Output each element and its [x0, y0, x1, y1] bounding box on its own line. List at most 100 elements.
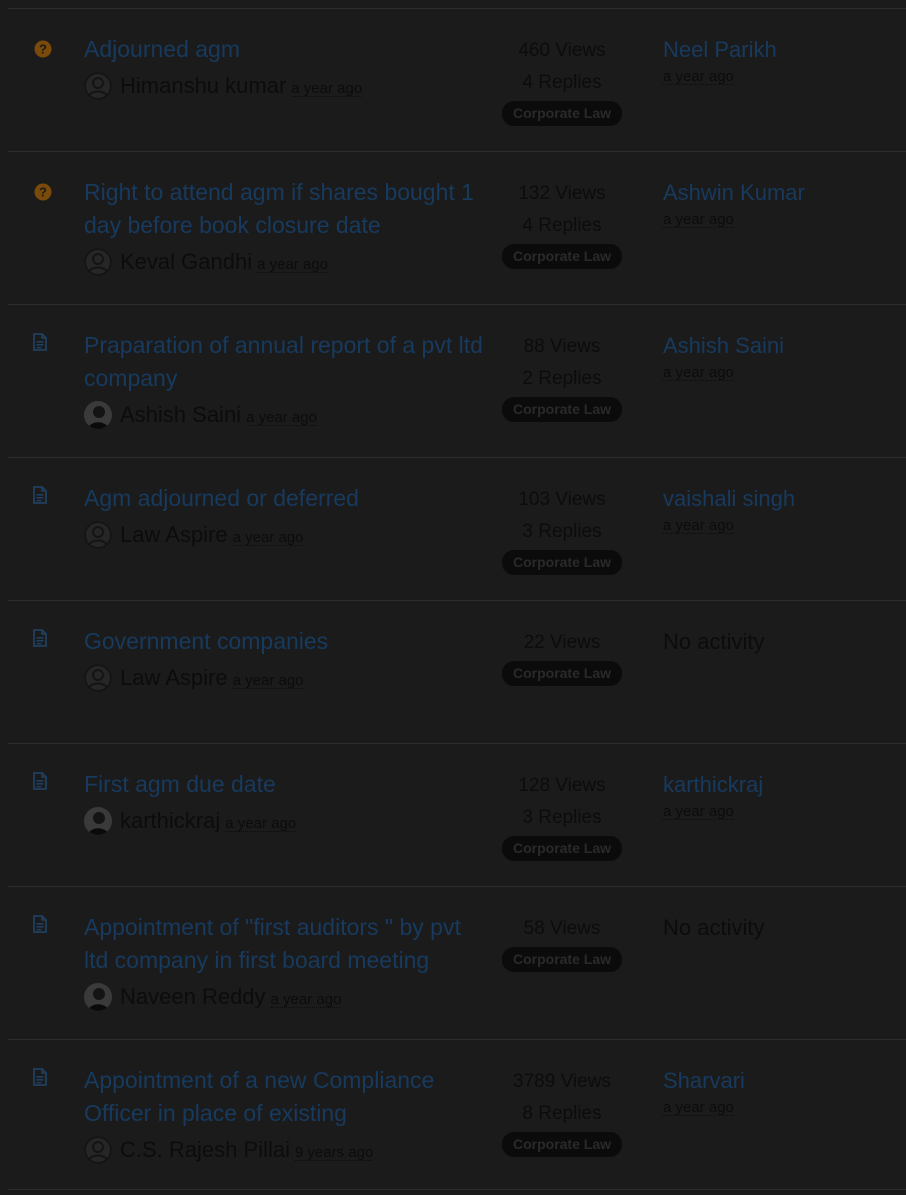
document-icon	[32, 1068, 50, 1086]
document-icon	[32, 333, 50, 351]
replies-count: 3 Replies	[522, 521, 602, 542]
author-name[interactable]: Law Aspire	[120, 665, 228, 691]
topic-row: Appointment of "first auditors " by pvt …	[8, 887, 906, 1040]
author-name[interactable]: C.S. Rajesh Pillai	[120, 1137, 290, 1163]
category-tag[interactable]: Corporate Law	[501, 836, 622, 861]
category-tag[interactable]: Corporate Law	[501, 1132, 622, 1157]
replies-count: 8 Replies	[522, 1103, 602, 1124]
replies-count: 3 Replies	[522, 807, 602, 828]
author-name[interactable]: Naveen Reddy	[120, 984, 266, 1010]
topic-title-link[interactable]: Agm adjourned or deferred	[84, 482, 484, 515]
topic-row: Government companies Law Aspire a year a…	[8, 601, 906, 744]
topic-stats: 132 Views 4 Replies Corporate Law	[494, 178, 630, 269]
replies-count: 4 Replies	[522, 215, 602, 236]
topic-main: Government companies Law Aspire a year a…	[84, 625, 484, 694]
last-reply-user-link[interactable]: Sharvari	[663, 1066, 745, 1096]
category-tag[interactable]: Corporate Law	[501, 550, 622, 575]
last-activity: Ashish Saini a year ago	[663, 331, 784, 382]
last-reply-user-link[interactable]: Ashish Saini	[663, 331, 784, 361]
topic-author: Law Aspire a year ago	[84, 519, 484, 551]
posted-time: a year ago	[257, 256, 328, 273]
last-activity: No activity	[663, 913, 764, 943]
posted-time: a year ago	[270, 991, 342, 1008]
svg-text:?: ?	[39, 185, 47, 200]
topic-row: Agm adjourned or deferred Law Aspire a y…	[8, 458, 906, 601]
last-reply-time: a year ago	[663, 1099, 734, 1116]
topic-main: First agm due date karthickraj a year ag…	[84, 768, 484, 837]
last-activity: No activity	[663, 627, 764, 657]
last-reply-time: a year ago	[663, 517, 734, 534]
category-tag[interactable]: Corporate Law	[501, 101, 622, 126]
category-tag[interactable]: Corporate Law	[501, 244, 622, 269]
topic-title-link[interactable]: Government companies	[84, 625, 484, 658]
topic-main: Praparation of annual report of a pvt lt…	[84, 329, 484, 431]
topic-stats: 460 Views 4 Replies Corporate Law	[494, 35, 630, 126]
topic-list: ? Adjourned agm Himanshu kumar a year ag…	[8, 9, 906, 1190]
last-reply-user-link[interactable]: vaishali singh	[663, 484, 795, 514]
views-count: 3789 Views	[513, 1071, 611, 1092]
author-avatar[interactable]	[84, 521, 112, 549]
topic-stats: 58 Views Corporate Law	[494, 913, 630, 972]
topic-author: Keval Gandhi a year ago	[84, 246, 484, 278]
posted-time: a year ago	[232, 529, 304, 546]
author-name[interactable]: Himanshu kumar	[120, 73, 286, 99]
last-activity: Sharvari a year ago	[663, 1066, 745, 1117]
topic-title-link[interactable]: Praparation of annual report of a pvt lt…	[84, 329, 484, 395]
topic-stats: 128 Views 3 Replies Corporate Law	[494, 770, 630, 861]
last-reply-user-link[interactable]: Ashwin Kumar	[663, 178, 805, 208]
topic-main: Agm adjourned or deferred Law Aspire a y…	[84, 482, 484, 551]
document-icon	[32, 629, 50, 647]
author-name[interactable]: Ashish Saini	[120, 402, 241, 428]
last-activity: Neel Parikh a year ago	[663, 35, 777, 86]
category-tag[interactable]: Corporate Law	[501, 397, 622, 422]
author-avatar[interactable]	[84, 248, 112, 276]
topic-author: Law Aspire a year ago	[84, 662, 484, 694]
topic-stats: 103 Views 3 Replies Corporate Law	[494, 484, 630, 575]
svg-text:?: ?	[39, 42, 47, 57]
views-count: 22 Views	[523, 632, 601, 653]
topic-main: Appointment of a new Compliance Officer …	[84, 1064, 484, 1166]
no-activity-label: No activity	[663, 629, 765, 654]
topic-title-link[interactable]: First agm due date	[84, 768, 484, 801]
replies-count: 4 Replies	[522, 72, 602, 93]
author-avatar[interactable]	[84, 983, 112, 1011]
author-name[interactable]: karthickraj	[120, 808, 220, 834]
topic-row: Appointment of a new Compliance Officer …	[8, 1040, 906, 1190]
document-icon	[32, 915, 50, 933]
no-activity-label: No activity	[663, 915, 765, 940]
topic-author: Naveen Reddy a year ago	[84, 981, 484, 1013]
category-tag[interactable]: Corporate Law	[501, 661, 622, 686]
topic-row: First agm due date karthickraj a year ag…	[8, 744, 906, 887]
last-reply-user-link[interactable]: karthickraj	[663, 770, 763, 800]
author-avatar[interactable]	[84, 72, 112, 100]
question-icon: ?	[34, 40, 52, 58]
last-reply-user-link[interactable]: Neel Parikh	[663, 35, 777, 65]
last-activity: karthickraj a year ago	[663, 770, 763, 821]
posted-time: a year ago	[232, 672, 304, 689]
last-reply-time: a year ago	[663, 68, 734, 85]
topic-stats: 88 Views 2 Replies Corporate Law	[494, 331, 630, 422]
topic-author: karthickraj a year ago	[84, 805, 484, 837]
author-avatar[interactable]	[84, 401, 112, 429]
views-count: 132 Views	[518, 183, 606, 204]
document-icon	[32, 772, 50, 790]
category-tag[interactable]: Corporate Law	[501, 947, 622, 972]
views-count: 128 Views	[518, 775, 606, 796]
posted-time: a year ago	[291, 80, 363, 97]
topic-title-link[interactable]: Adjourned agm	[84, 33, 484, 66]
topic-title-link[interactable]: Appointment of "first auditors " by pvt …	[84, 911, 484, 977]
posted-time: a year ago	[225, 815, 297, 832]
author-name[interactable]: Law Aspire	[120, 522, 228, 548]
topic-title-link[interactable]: Right to attend agm if shares bought 1 d…	[84, 176, 484, 242]
topic-title-link[interactable]: Appointment of a new Compliance Officer …	[84, 1064, 484, 1130]
views-count: 88 Views	[523, 336, 601, 357]
views-count: 103 Views	[518, 489, 606, 510]
author-name[interactable]: Keval Gandhi	[120, 249, 252, 275]
author-avatar[interactable]	[84, 664, 112, 692]
topic-author: Ashish Saini a year ago	[84, 399, 484, 431]
author-avatar[interactable]	[84, 1136, 112, 1164]
author-avatar[interactable]	[84, 807, 112, 835]
last-activity: Ashwin Kumar a year ago	[663, 178, 805, 229]
posted-time: a year ago	[246, 409, 317, 426]
posted-time: 9 years ago	[294, 1144, 374, 1161]
